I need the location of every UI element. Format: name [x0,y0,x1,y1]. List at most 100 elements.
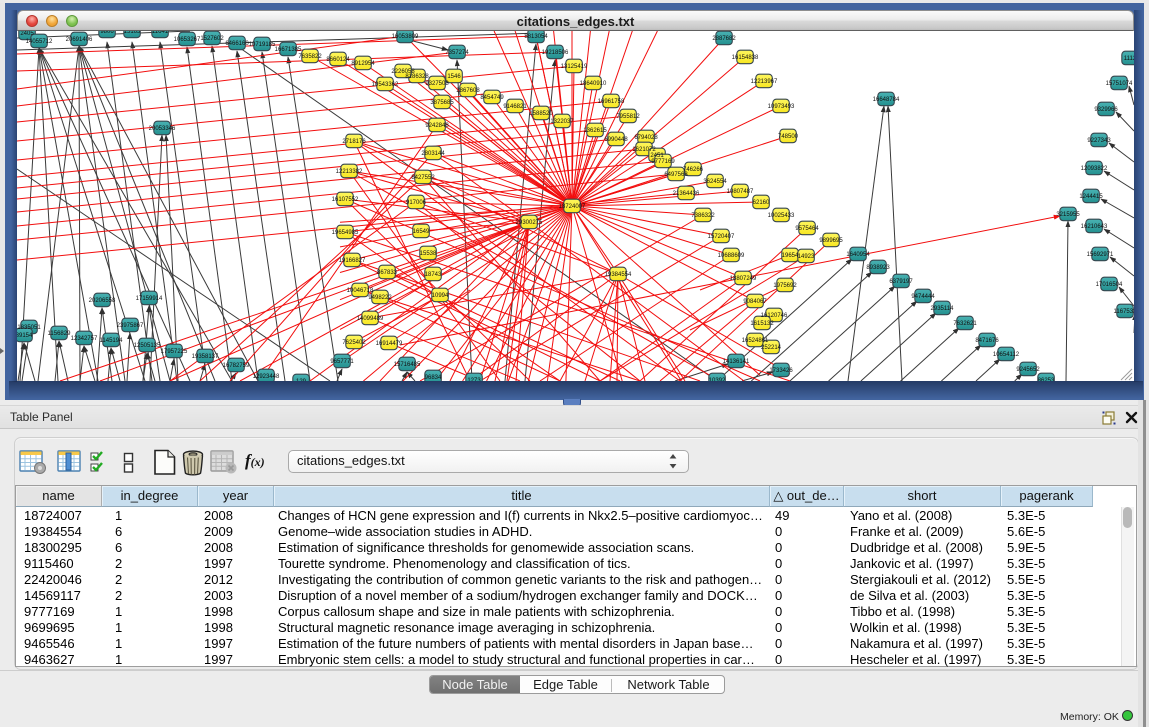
svg-text:9498222: 9498222 [368,295,392,301]
svg-text:10807487: 10807487 [727,189,754,195]
svg-text:17957225: 17957225 [161,349,188,355]
svg-text:2867608: 2867608 [456,88,480,94]
svg-text:96834: 96834 [425,375,442,381]
svg-text:1145194: 1145194 [100,338,124,344]
svg-text:7357274: 7357274 [445,50,469,56]
svg-text:17016504: 17016504 [1096,282,1123,288]
svg-text:18640910: 18640910 [580,81,607,87]
svg-text:6990448: 6990448 [604,137,628,143]
svg-text:1835051: 1835051 [17,325,41,331]
svg-text:3215955: 3215955 [1056,212,1080,218]
svg-text:14136141: 14136141 [723,359,750,365]
svg-text:6379197: 6379197 [889,279,913,285]
svg-text:1156829: 1156829 [48,331,72,337]
svg-text:16782759: 16782759 [223,363,250,369]
svg-text:6466160: 6466160 [225,41,249,47]
svg-text:16914479: 16914479 [376,341,403,347]
svg-text:17159914: 17159914 [136,296,163,302]
svg-text:2226058: 2226058 [391,69,415,75]
svg-text:9242848: 9242848 [425,123,449,129]
svg-text:20053346: 20053346 [149,126,176,132]
svg-text:2803144: 2803144 [421,151,445,157]
svg-text:15692971: 15692971 [1087,252,1114,258]
svg-text:12505135: 12505135 [134,343,161,349]
svg-text:19654: 19654 [782,253,799,259]
svg-text:8454749: 8454749 [480,95,504,101]
svg-text:10688609: 10688609 [718,253,745,259]
svg-text:16648784: 16648784 [873,97,900,103]
svg-text:14099489: 14099489 [357,316,384,322]
svg-text:21364436: 21364436 [673,191,700,197]
svg-text:7625402: 7625402 [342,340,366,346]
svg-text:1273: 1273 [467,378,481,381]
svg-text:2718176: 2718176 [342,139,366,145]
svg-text:20206558: 20206558 [89,298,116,304]
svg-text:23975867: 23975867 [117,323,144,329]
svg-text:9657771: 9657771 [330,359,354,365]
svg-text:15716485: 15716485 [394,362,421,368]
svg-text:19654985: 19654985 [332,230,359,236]
svg-text:8660124: 8660124 [326,57,350,63]
svg-text:1588520: 1588520 [529,111,553,117]
svg-text:7635822: 7635822 [298,54,322,60]
svg-text:9899695: 9899695 [819,238,843,244]
svg-text:9777169: 9777169 [651,159,675,165]
svg-text:9474444: 9474444 [911,294,935,300]
svg-text:12923448: 12923448 [253,374,280,380]
svg-text:11641: 11641 [152,31,169,35]
svg-text:1167533: 1167533 [1114,309,1134,315]
svg-text:29300275: 29300275 [516,220,543,226]
svg-text:10994: 10994 [432,293,449,299]
svg-text:12213967: 12213967 [751,79,778,85]
svg-text:16524861: 16524861 [742,338,769,344]
svg-text:18743: 18743 [425,272,442,278]
svg-text:86253: 86253 [1038,378,1055,381]
svg-text:6497568: 6497568 [664,172,688,178]
svg-text:15751074: 15751074 [1106,81,1133,87]
svg-text:15720407: 15720407 [708,234,735,240]
svg-text:3875685: 3875685 [430,100,454,106]
svg-text:14923: 14923 [798,254,815,260]
svg-text:12213382: 12213382 [336,169,363,175]
svg-text:10719185: 10719185 [249,42,276,48]
svg-text:13125419: 13125419 [561,64,588,70]
svg-text:8813054: 8813054 [524,34,548,40]
svg-text:9575464: 9575464 [795,226,819,232]
svg-text:748500: 748500 [778,134,799,140]
svg-text:16671385: 16671385 [275,47,302,53]
svg-text:15538: 15538 [420,251,437,257]
svg-text:18807249: 18807249 [730,276,757,282]
svg-text:1527602: 1527602 [200,36,224,42]
svg-text:1362615: 1362615 [583,128,607,134]
svg-text:7632621: 7632621 [953,321,977,327]
svg-text:1546: 1546 [447,74,461,80]
svg-text:9329966: 9329966 [1094,107,1118,113]
svg-text:16154838: 16154838 [732,55,759,61]
svg-text:19166827: 19166827 [339,258,366,264]
svg-text:16053809: 16053809 [392,34,419,40]
svg-text:16120746: 16120746 [761,313,788,319]
svg-text:1322037: 1322037 [550,119,574,125]
svg-text:16107552: 16107552 [332,197,359,203]
svg-text:39154: 39154 [17,333,33,339]
svg-text:8938923: 8938923 [866,265,890,271]
svg-text:10025433: 10025433 [768,213,795,219]
svg-text:16961758: 16961758 [598,99,625,105]
svg-text:62160: 62160 [753,200,770,206]
svg-text:3624554: 3624554 [703,179,727,185]
svg-text:20691406: 20691406 [66,37,93,43]
svg-text:129: 129 [296,379,307,381]
svg-text:9327508: 9327508 [425,81,449,87]
svg-text:6794028: 6794028 [634,135,658,141]
svg-text:7386322: 7386322 [691,213,715,219]
svg-text:867833: 867833 [377,270,398,276]
svg-text:9084067: 9084067 [743,299,767,305]
svg-text:1244415: 1244415 [1079,194,1103,200]
svg-text:12093822: 12093822 [1081,166,1108,172]
svg-text:9806: 9806 [100,31,114,35]
svg-text:252214: 252214 [761,345,782,351]
svg-text:16549: 16549 [413,229,430,235]
svg-text:16210643: 16210643 [1081,224,1108,230]
svg-text:9146821: 9146821 [503,104,527,110]
svg-text:10653267: 10653267 [174,37,201,43]
